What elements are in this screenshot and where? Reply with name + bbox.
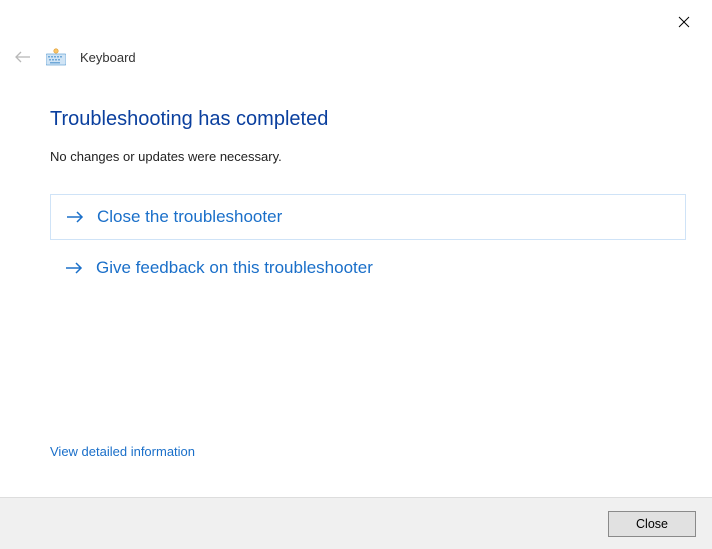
- option-close-troubleshooter[interactable]: Close the troubleshooter: [50, 194, 686, 240]
- option-give-feedback[interactable]: Give feedback on this troubleshooter: [50, 258, 686, 278]
- option-feedback-label: Give feedback on this troubleshooter: [96, 258, 373, 278]
- view-details-link[interactable]: View detailed information: [50, 444, 195, 459]
- option-close-label: Close the troubleshooter: [97, 207, 282, 227]
- arrow-right-icon: [65, 209, 85, 225]
- header-title: Keyboard: [80, 50, 136, 65]
- page-heading: Troubleshooting has completed: [50, 108, 686, 131]
- status-text: No changes or updates were necessary.: [50, 149, 686, 164]
- header-row: Keyboard: [14, 48, 136, 66]
- close-button[interactable]: Close: [608, 511, 696, 537]
- arrow-right-icon: [64, 260, 84, 276]
- back-button[interactable]: [14, 48, 32, 66]
- back-arrow-icon: [14, 50, 32, 64]
- close-icon: [678, 16, 690, 28]
- content-area: Troubleshooting has completed No changes…: [50, 108, 686, 278]
- keyboard-icon: [46, 48, 66, 66]
- footer-bar: Close: [0, 497, 712, 549]
- window-close-button[interactable]: [674, 12, 694, 32]
